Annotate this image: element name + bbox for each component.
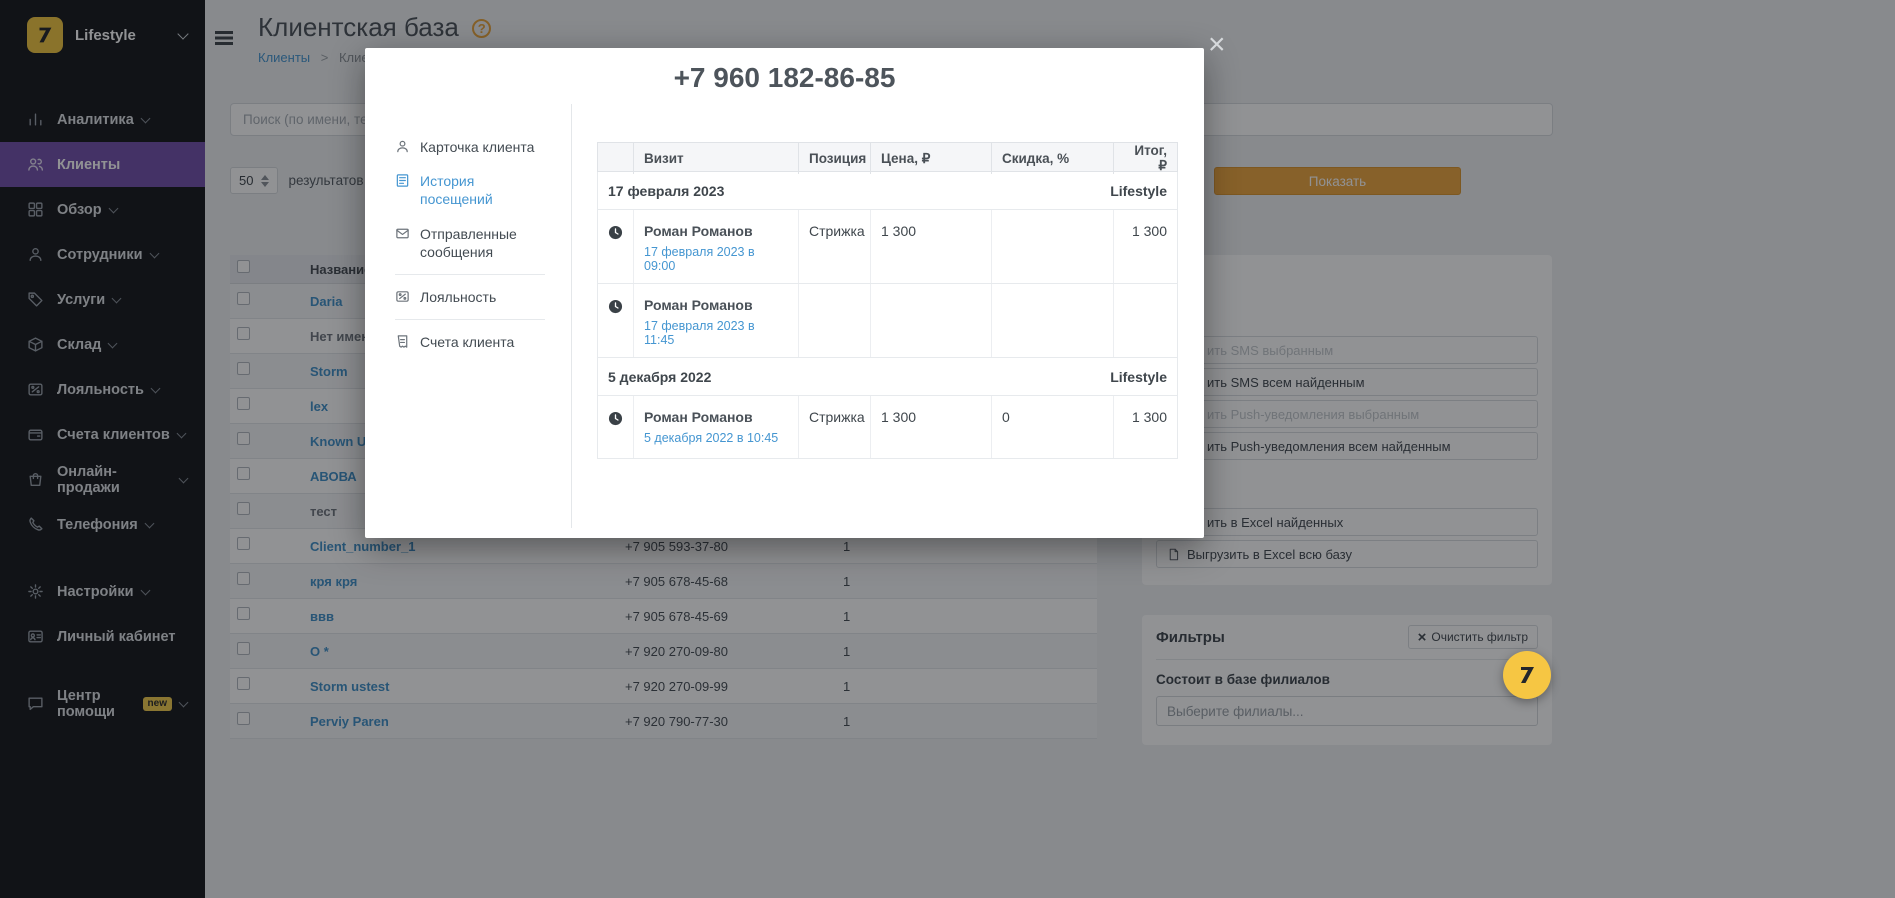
visits-table: Визит Позиция Цена, ₽ Скидка, % Итог, ₽ …	[572, 104, 1206, 528]
modal-menu-label: Счета клиента	[420, 333, 514, 351]
modal-menu-label: Карточка клиента	[420, 138, 534, 156]
visit-datetime-link[interactable]: 5 декабря 2022 в 10:45	[644, 431, 778, 445]
visit-group-header: 17 февраля 2023 Lifestyle	[598, 172, 1177, 210]
visits-column-visit: Визит	[633, 143, 798, 174]
modal-menu-item[interactable]: Счета клиента	[395, 325, 545, 359]
visit-discount	[991, 284, 1113, 357]
visit-discount: 0	[991, 396, 1113, 458]
visit-price: 1 300	[870, 210, 991, 283]
visit-group: 17 февраля 2023 Lifestyle Роман Романов …	[597, 172, 1178, 358]
modal-menu-label: Отправленные сообщения	[420, 225, 545, 261]
visit-price	[870, 284, 991, 357]
visit-client-name: Роман Романов	[644, 409, 788, 425]
visit-group-branch: Lifestyle	[1110, 369, 1167, 385]
visits-column-position: Позиция	[798, 143, 870, 174]
visit-position: Стрижка	[798, 210, 870, 283]
visit-client-name: Роман Романов	[644, 297, 788, 313]
clock-icon	[608, 299, 623, 314]
modal-menu-item[interactable]: Лояльность	[395, 280, 545, 320]
clock-icon	[608, 225, 623, 240]
visit-total	[1113, 284, 1177, 357]
visits-column-discount: Скидка, %	[991, 143, 1113, 174]
visit-price: 1 300	[870, 396, 991, 458]
visit-row: Роман Романов 17 февраля 2023 в 09:00 Ст…	[598, 210, 1177, 284]
visits-table-header: Визит Позиция Цена, ₽ Скидка, % Итог, ₽	[597, 142, 1178, 172]
visit-datetime-link[interactable]: 17 февраля 2023 в 09:00	[644, 245, 788, 273]
visit-row: Роман Романов 5 декабря 2022 в 10:45 Стр…	[598, 396, 1177, 459]
client-modal: +7 960 182-86-85 Карточка клиента Истори…	[365, 48, 1204, 538]
clock-icon	[608, 411, 623, 426]
visit-position	[798, 284, 870, 357]
visit-group-branch: Lifestyle	[1110, 183, 1167, 199]
visit-client-name: Роман Романов	[644, 223, 788, 239]
visits-column-price: Цена, ₽	[870, 143, 991, 174]
visit-position: Стрижка	[798, 396, 870, 458]
visit-row: Роман Романов 17 февраля 2023 в 11:45	[598, 284, 1177, 358]
brand-glyph-icon	[1515, 663, 1539, 687]
visit-group-date: 17 февраля 2023	[608, 183, 724, 199]
visit-total: 1 300	[1113, 210, 1177, 283]
modal-menu-icon	[395, 173, 410, 188]
visit-group-header: 5 декабря 2022 Lifestyle	[598, 358, 1177, 396]
modal-menu-icon	[395, 226, 410, 241]
modal-menu-icon	[395, 289, 410, 304]
modal-menu-item[interactable]: Карточка клиента	[395, 130, 545, 164]
modal-menu-label: История посещений	[420, 172, 545, 208]
visit-total: 1 300	[1113, 396, 1177, 458]
visit-group: 5 декабря 2022 Lifestyle Роман Романов 5…	[597, 358, 1178, 459]
close-icon[interactable]	[1208, 30, 1226, 60]
modal-menu-item[interactable]: История посещений	[395, 164, 545, 216]
visit-group-date: 5 декабря 2022	[608, 369, 711, 385]
modal-menu: Карточка клиента История посещений Отпра…	[365, 104, 572, 528]
modal-menu-label: Лояльность	[420, 288, 496, 306]
modal-menu-icon	[395, 334, 410, 349]
modal-menu-item[interactable]: Отправленные сообщения	[395, 217, 545, 275]
modal-title: +7 960 182-86-85	[365, 62, 1204, 94]
visit-datetime-link[interactable]: 17 февраля 2023 в 11:45	[644, 319, 788, 347]
visits-column-total: Итог, ₽	[1113, 143, 1177, 174]
floating-brand-button[interactable]	[1503, 651, 1551, 699]
visit-discount	[991, 210, 1113, 283]
modal-menu-icon	[395, 139, 410, 154]
